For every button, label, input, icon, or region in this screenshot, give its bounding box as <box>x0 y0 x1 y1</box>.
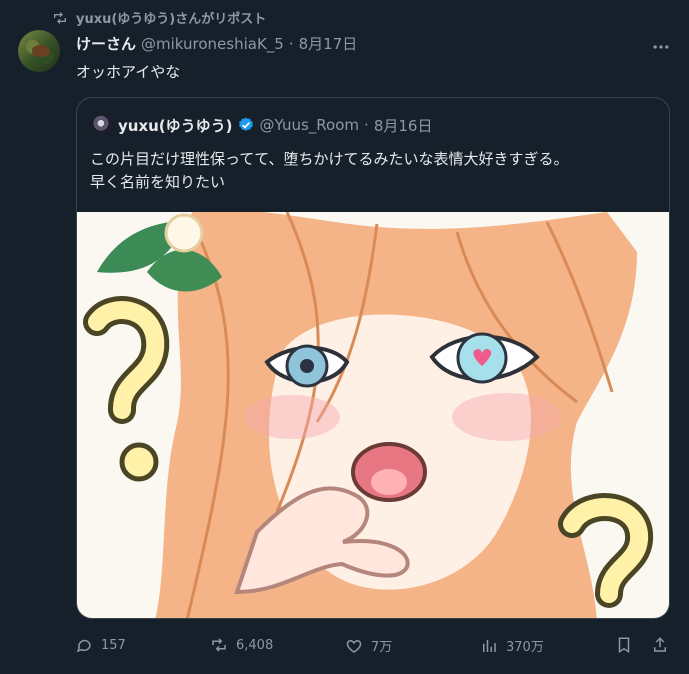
author-display-name[interactable]: けーさん <box>76 33 136 54</box>
heart-icon <box>346 639 362 653</box>
quoted-author-display-name[interactable]: yuxu(ゆうゆう) <box>118 115 233 136</box>
author-handle[interactable]: @mikuroneshiaK_5 <box>141 35 284 53</box>
more-icon[interactable] <box>651 37 671 57</box>
quoted-post-date[interactable]: 8月16日 <box>374 115 433 136</box>
anime-illustration-image[interactable] <box>77 212 670 619</box>
quoted-header-separator: · <box>364 116 369 134</box>
views-button[interactable]: 370万 <box>480 636 544 655</box>
repost-text: yuxu(ゆうゆう)さんがリポスト <box>76 12 267 27</box>
bookmark-icon[interactable] <box>615 636 633 654</box>
post-header: けーさん @mikuroneshiaK_5 · 8月17日 <box>76 33 357 54</box>
blush-left <box>244 395 340 439</box>
reply-button[interactable]: 157 <box>75 636 126 654</box>
flower <box>164 213 204 253</box>
views-icon <box>483 639 496 652</box>
blush-right <box>452 393 562 441</box>
author-avatar[interactable] <box>18 30 60 72</box>
like-count: 7万 <box>371 640 393 655</box>
post-action-bar: 157 6,408 7万 370万 <box>75 636 669 660</box>
post-text: オッホアイやな <box>76 63 181 81</box>
repost-button[interactable]: 6,408 <box>210 636 273 654</box>
repost-count: 6,408 <box>236 637 274 653</box>
verified-badge-icon <box>238 117 253 131</box>
post-date[interactable]: 8月17日 <box>299 33 358 54</box>
quoted-post-text-line-2: 早く名前を知りたい <box>90 173 226 191</box>
reply-count: 157 <box>101 637 126 653</box>
reply-icon <box>76 639 91 653</box>
quoted-post-text-line-1: この片目だけ理性保ってて、堕ちかけてるみたいな表情大好きすぎる。 <box>90 150 569 168</box>
quoted-author-handle[interactable]: @Yuus_Room <box>260 116 360 134</box>
repost-indicator[interactable]: yuxu(ゆうゆう)さんがリポスト <box>52 8 266 27</box>
quoted-author-avatar[interactable] <box>91 114 113 136</box>
header-separator: · <box>288 34 294 53</box>
repost-icon <box>212 638 226 652</box>
share-icon[interactable] <box>651 636 669 654</box>
quoted-post[interactable]: yuxu(ゆうゆう) @Yuus_Room · 8月16日 この片目だけ理性保っ… <box>76 97 670 619</box>
repost-icon <box>54 11 66 24</box>
like-button[interactable]: 7万 <box>345 636 392 655</box>
quoted-post-text: この片目だけ理性保ってて、堕ちかけてるみたいな表情大好きすぎる。 早く名前を知り… <box>90 148 650 194</box>
quoted-post-header: yuxu(ゆうゆう) @Yuus_Room · 8月16日 <box>91 114 432 136</box>
view-count: 370万 <box>506 640 544 655</box>
